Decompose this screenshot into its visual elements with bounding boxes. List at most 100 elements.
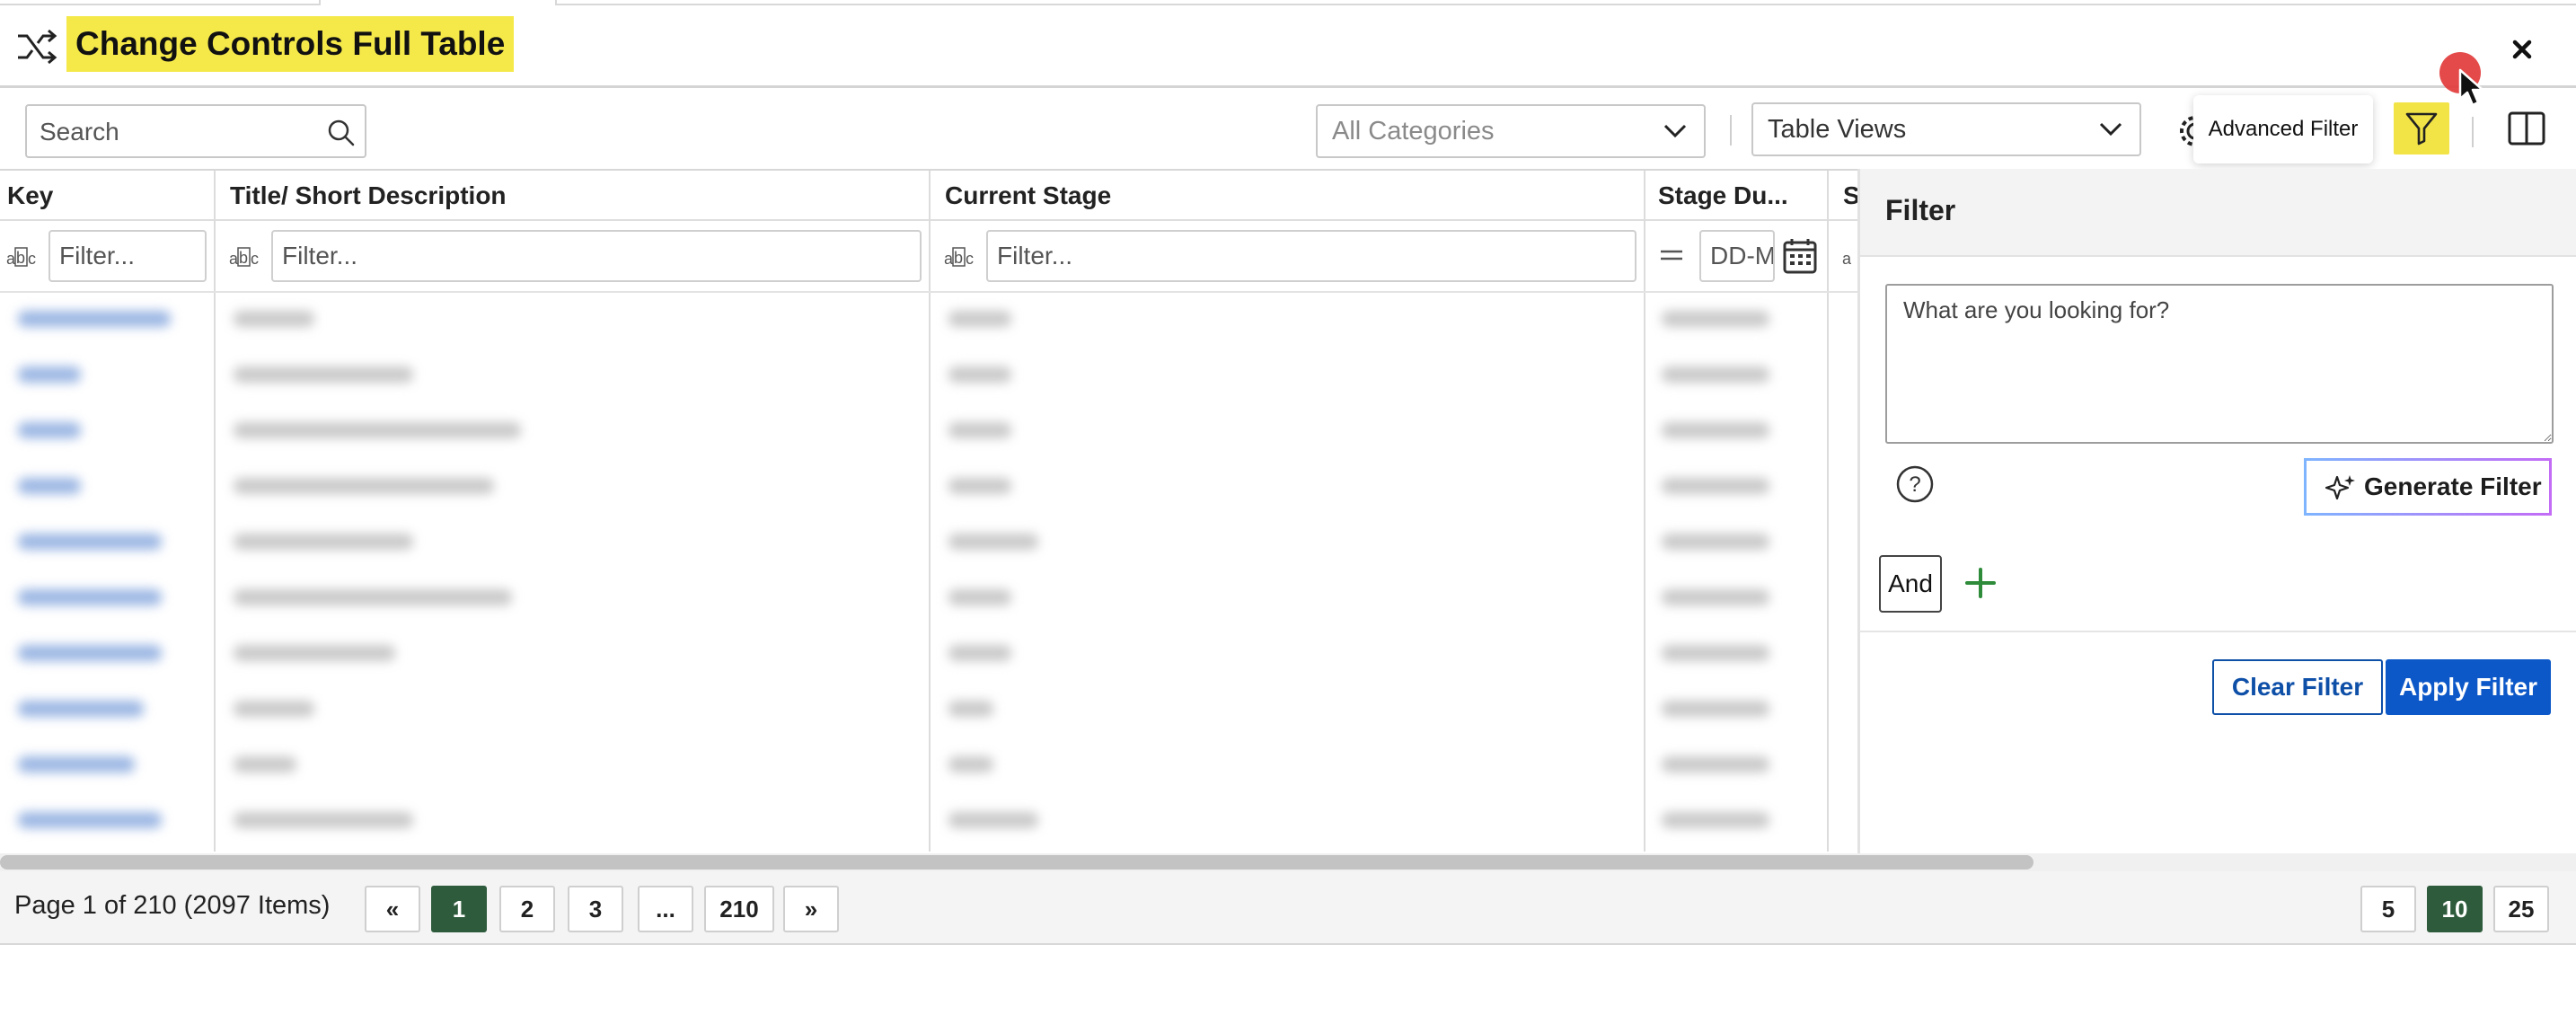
redacted-key bbox=[18, 311, 171, 327]
filter-panel-header: Filter bbox=[1860, 169, 2576, 257]
toolbar-divider bbox=[2472, 117, 2474, 147]
categories-select[interactable]: All Categories bbox=[1316, 104, 1706, 158]
shuffle-icon bbox=[18, 29, 57, 65]
last-page-button[interactable]: » bbox=[783, 886, 839, 932]
apply-filter-button[interactable]: Apply Filter bbox=[2386, 659, 2551, 715]
redacted-title bbox=[234, 534, 413, 550]
scrollbar-thumb[interactable] bbox=[0, 855, 2033, 870]
filter-input-date bbox=[1699, 230, 1775, 282]
page-title: Change Controls Full Table bbox=[66, 16, 515, 72]
filter-input[interactable] bbox=[988, 232, 1635, 280]
redacted-duration bbox=[1662, 589, 1769, 605]
text-filter-icon[interactable]: a bbox=[1841, 244, 1857, 269]
mouse-cursor-icon bbox=[2458, 68, 2484, 107]
table-row[interactable] bbox=[0, 627, 1832, 683]
table-views-value: Table Views bbox=[1768, 115, 1907, 144]
add-condition-icon[interactable] bbox=[1960, 562, 2001, 604]
table-row[interactable] bbox=[0, 794, 1832, 850]
table-row[interactable] bbox=[0, 293, 1832, 349]
clear-filter-button[interactable]: Clear Filter bbox=[2212, 659, 2383, 715]
svg-text:c: c bbox=[966, 250, 974, 268]
table-row[interactable] bbox=[0, 404, 1832, 460]
redacted-duration bbox=[1662, 645, 1769, 661]
toolbar-divider bbox=[1730, 115, 1732, 146]
redacted-duration bbox=[1662, 478, 1769, 494]
redacted-title bbox=[234, 812, 413, 828]
redacted-duration bbox=[1662, 701, 1769, 717]
redacted-title bbox=[234, 422, 521, 438]
filter-input[interactable] bbox=[273, 232, 920, 280]
text-filter-icon[interactable]: a b c bbox=[943, 244, 975, 269]
filter-input[interactable] bbox=[50, 232, 205, 280]
table-row[interactable] bbox=[0, 349, 1832, 404]
filter-input-title bbox=[271, 230, 922, 282]
svg-text:?: ? bbox=[1909, 472, 1920, 497]
filter-row: a b c a b c a b bbox=[0, 221, 1857, 293]
page-button-1[interactable]: 1 bbox=[431, 886, 487, 932]
search-input[interactable] bbox=[40, 115, 309, 149]
redacted-key bbox=[18, 812, 162, 828]
page-button-2[interactable]: 2 bbox=[499, 886, 555, 932]
panel-divider bbox=[1859, 631, 2576, 632]
page-size-10[interactable]: 10 bbox=[2427, 886, 2483, 932]
equals-icon[interactable] bbox=[1658, 244, 1685, 266]
first-page-button[interactable]: « bbox=[365, 886, 420, 932]
redacted-key bbox=[18, 366, 81, 383]
horizontal-scrollbar[interactable] bbox=[0, 853, 2576, 871]
generate-filter-button[interactable]: Generate Filter bbox=[2304, 458, 2552, 516]
table-row[interactable] bbox=[0, 516, 1832, 571]
redacted-key bbox=[18, 422, 81, 438]
help-icon[interactable]: ? bbox=[1894, 463, 1936, 505]
redacted-stage bbox=[948, 478, 1011, 494]
filter-panel-title: Filter bbox=[1885, 194, 1956, 226]
page-size-25[interactable]: 25 bbox=[2493, 886, 2549, 932]
column-header-title[interactable]: Title/ Short Description bbox=[223, 171, 923, 221]
redacted-title bbox=[234, 701, 314, 717]
search-box bbox=[25, 104, 366, 158]
svg-text:b: b bbox=[16, 249, 25, 267]
page-button-210[interactable]: 210 bbox=[704, 886, 774, 932]
page-button-3[interactable]: 3 bbox=[568, 886, 623, 932]
split-view-button[interactable] bbox=[2506, 108, 2547, 149]
page-ellipsis[interactable]: ... bbox=[638, 886, 693, 932]
column-header-current-stage[interactable]: Current Stage bbox=[938, 171, 1638, 221]
search-icon[interactable] bbox=[323, 115, 359, 151]
redacted-title bbox=[234, 589, 512, 605]
table-row[interactable] bbox=[0, 683, 1832, 738]
filter-cell-s: a bbox=[1829, 221, 1857, 293]
table-row[interactable] bbox=[0, 738, 1832, 794]
categories-placeholder: All Categories bbox=[1332, 117, 1495, 146]
redacted-duration bbox=[1662, 756, 1769, 772]
filter-query-textarea[interactable] bbox=[1885, 284, 2554, 444]
chevron-down-icon bbox=[1663, 124, 1687, 138]
redacted-duration bbox=[1662, 534, 1769, 550]
table-row[interactable] bbox=[0, 460, 1832, 516]
table-body bbox=[0, 293, 1832, 852]
sparkle-icon bbox=[2325, 475, 2355, 500]
calendar-icon[interactable] bbox=[1782, 237, 1818, 275]
redacted-title bbox=[234, 311, 314, 327]
and-operator-button[interactable]: And bbox=[1879, 555, 1942, 613]
advanced-filter-button[interactable] bbox=[2394, 102, 2449, 154]
table-views-select[interactable]: Table Views bbox=[1751, 102, 2141, 156]
filter-cell-stage: a b c bbox=[931, 221, 1644, 293]
page-size-5[interactable]: 5 bbox=[2360, 886, 2416, 932]
column-header-key[interactable]: Key bbox=[0, 171, 214, 221]
column-header-stage-duration[interactable]: Stage Du... bbox=[1651, 171, 1831, 221]
redacted-stage bbox=[948, 756, 993, 772]
generate-filter-label: Generate Filter bbox=[2364, 472, 2542, 500]
column-header-s[interactable]: S bbox=[1836, 171, 1857, 221]
close-button[interactable] bbox=[2501, 29, 2543, 70]
svg-text:b: b bbox=[239, 249, 248, 267]
columns-icon bbox=[2508, 111, 2545, 146]
table-row[interactable] bbox=[0, 571, 1832, 627]
toolbar: All Categories Table Views Advanced Filt… bbox=[0, 88, 2576, 171]
advanced-filter-tooltip: Advanced Filter bbox=[2193, 95, 2373, 163]
date-input[interactable] bbox=[1701, 232, 1773, 280]
text-filter-icon[interactable]: a b c bbox=[5, 244, 38, 269]
text-filter-icon[interactable]: a b c bbox=[228, 244, 260, 269]
redacted-key bbox=[18, 645, 162, 661]
redacted-title bbox=[234, 366, 413, 383]
redacted-stage bbox=[948, 534, 1038, 550]
redacted-duration bbox=[1662, 366, 1769, 383]
